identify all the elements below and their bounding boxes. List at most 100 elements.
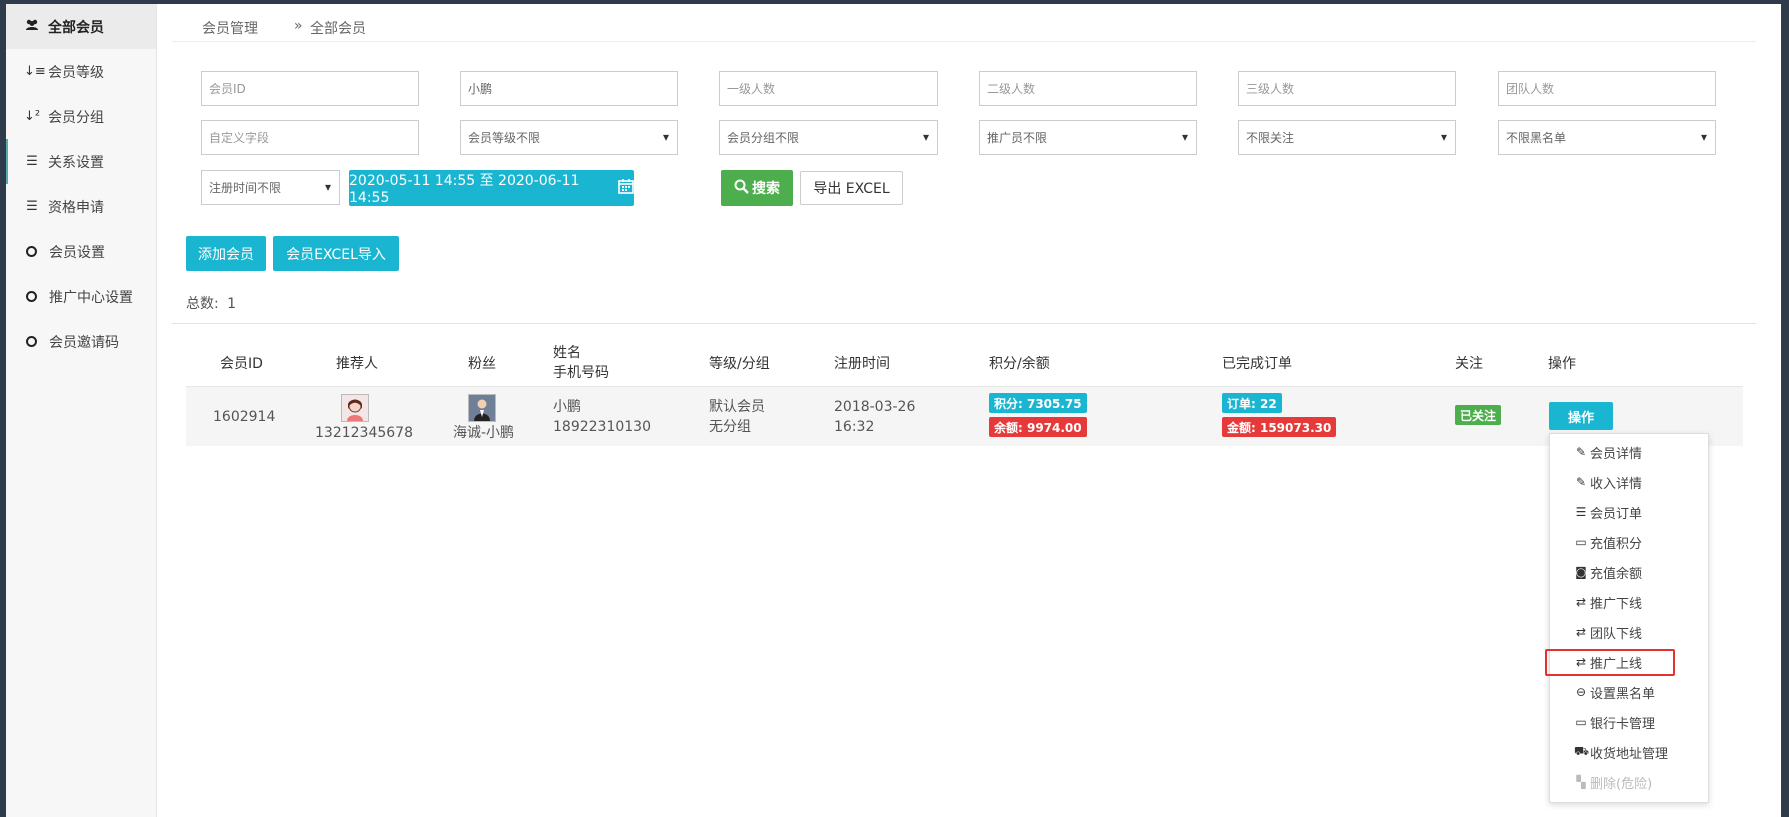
blacklist-select[interactable]: 不限黑名单: [1498, 120, 1716, 155]
menu-item-member-orders[interactable]: ☰ 会员订单: [1574, 502, 1642, 522]
cell-phone: 18922310130: [553, 419, 651, 435]
minus-circle-icon: ⊖: [1575, 685, 1587, 699]
cell-referrer: 13212345678: [315, 425, 413, 441]
menu-item-shipping-address[interactable]: ⛟ 收货地址管理: [1574, 742, 1668, 762]
breadcrumb-parent[interactable]: 会员管理: [202, 18, 258, 38]
header-referrer: 推荐人: [336, 356, 378, 372]
level3-count-input[interactable]: 三级人数: [1238, 71, 1456, 106]
table-row: [186, 386, 1743, 446]
search-button[interactable]: 搜索: [721, 170, 793, 206]
menu-item-recharge-balance[interactable]: ◙ 充值余额: [1574, 562, 1642, 582]
level1-count-input[interactable]: 一级人数: [719, 71, 938, 106]
header-level-group: 等级/分组: [709, 356, 770, 372]
header-follow: 关注: [1455, 356, 1483, 372]
sidebar-item-label: 资格申请: [48, 199, 104, 216]
sort-numeric-icon: ↓²: [24, 109, 41, 124]
export-excel-button[interactable]: 导出 EXCEL: [800, 171, 903, 205]
edit-icon: ✎: [1575, 445, 1587, 459]
menu-item-promotion-downline[interactable]: ⇄ 推广下线: [1574, 592, 1642, 612]
credit-card-icon: ▭: [1575, 535, 1587, 549]
sidebar-item-member-settings[interactable]: 会员设置: [6, 229, 156, 274]
points-badge: 积分: 7305.75: [989, 393, 1087, 413]
search-button-label: 搜索: [752, 181, 780, 197]
sliders-icon: ☰: [26, 199, 38, 214]
sidebar-item-relation-settings[interactable]: ☰ 关系设置: [6, 139, 156, 184]
cell-level: 默认会员: [709, 399, 765, 415]
header-name: 姓名: [553, 345, 581, 361]
list-icon: ☰: [1575, 505, 1587, 519]
sidebar-item-member-group[interactable]: ↓² 会员分组: [6, 94, 156, 139]
menu-item-delete[interactable]: ▚ 删除(危险): [1574, 772, 1652, 792]
balance-badge: 余额: 9974.00: [989, 417, 1087, 437]
import-excel-button[interactable]: 会员EXCEL导入: [273, 236, 399, 271]
circle-icon: [26, 336, 37, 347]
header-member-id: 会员ID: [220, 356, 263, 372]
cell-reg-date: 2018-03-26: [834, 399, 916, 415]
right-edge: [1781, 0, 1789, 817]
sidebar-item-label: 关系设置: [48, 154, 104, 171]
name-input[interactable]: 小鹏: [460, 71, 678, 106]
breadcrumb-separator: »: [294, 18, 303, 34]
action-dropdown-menu: ✎ 会员详情 ✎ 收入详情 ☰ 会员订单 ▭ 充值积分 ◙ 充值余额 ⇄ 推广下线 ⇄ 团队下…: [1549, 433, 1709, 803]
circle-icon: [26, 246, 37, 257]
sidebar-item-all-members[interactable]: 全部会员: [6, 4, 156, 49]
exchange-icon: ⇄: [1575, 595, 1587, 609]
header-fans: 粉丝: [468, 356, 496, 372]
orders-badge: 订单: 22: [1222, 393, 1282, 413]
header-action: 操作: [1548, 356, 1576, 372]
menu-item-income-detail[interactable]: ✎ 收入详情: [1574, 472, 1642, 492]
sidebar-item-member-level[interactable]: ↓≡ 会员等级: [6, 49, 156, 94]
team-count-input[interactable]: 团队人数: [1498, 71, 1716, 106]
cell-reg-clock: 16:32: [834, 419, 875, 435]
breadcrumb: 会员管理 » 全部会员: [172, 14, 1756, 42]
date-range-text: 2020-05-11 14:55 至 2020-06-11 14:55: [349, 173, 580, 206]
member-level-select[interactable]: 会员等级不限: [460, 120, 678, 155]
divider: [172, 323, 1756, 324]
reg-time-select[interactable]: 注册时间不限: [201, 170, 340, 205]
menu-item-recharge-points[interactable]: ▭ 充值积分: [1574, 532, 1642, 552]
header-orders: 已完成订单: [1222, 356, 1292, 372]
menu-item-bank-card[interactable]: ▭ 银行卡管理: [1574, 712, 1655, 732]
sidebar: 全部会员 ↓≡ 会员等级 ↓² 会员分组 ☰ 关系设置 ☰ 资格申请 会员设置 …: [6, 4, 157, 817]
highlight-box: [1545, 649, 1675, 676]
total-value: 1: [227, 296, 237, 312]
cell-name: 小鹏: [553, 399, 581, 415]
sidebar-item-invite-code[interactable]: 会员邀请码: [6, 319, 156, 364]
referrer-avatar[interactable]: [341, 394, 369, 422]
menu-item-team-downline[interactable]: ⇄ 团队下线: [1574, 622, 1642, 642]
circle-icon: [26, 291, 37, 302]
member-id-input[interactable]: 会员ID: [201, 71, 419, 106]
total-label: 总数:: [186, 296, 219, 312]
total-count: 总数: 1: [186, 293, 236, 313]
search-icon: [734, 179, 749, 198]
header-points-balance: 积分/余额: [989, 356, 1050, 372]
header-reg-time: 注册时间: [834, 356, 890, 372]
member-group-select[interactable]: 会员分组不限: [719, 120, 938, 155]
users-icon: [24, 19, 40, 35]
menu-item-set-blacklist[interactable]: ⊖ 设置黑名单: [1574, 682, 1655, 702]
menu-item-member-detail[interactable]: ✎ 会员详情: [1574, 442, 1642, 462]
amount-badge: 金额: 159073.30: [1222, 417, 1337, 437]
level2-count-input[interactable]: 二级人数: [979, 71, 1197, 106]
sidebar-item-label: 全部会员: [48, 19, 104, 36]
sidebar-item-label: 会员等级: [48, 64, 104, 81]
custom-field-input[interactable]: 自定义字段: [201, 120, 419, 155]
date-range-picker[interactable]: 2020-05-11 14:55 至 2020-06-11 14:55: [349, 170, 634, 206]
delete-icon: ▚: [1576, 775, 1586, 789]
edit-icon: ✎: [1575, 475, 1587, 489]
follow-status-badge: 已关注: [1455, 405, 1502, 425]
sidebar-item-label: 推广中心设置: [49, 289, 133, 306]
sidebar-item-label: 会员邀请码: [49, 334, 119, 351]
add-member-button[interactable]: 添加会员: [186, 236, 266, 271]
top-bar: [0, 0, 1789, 4]
fans-avatar[interactable]: [468, 394, 496, 422]
header-phone: 手机号码: [553, 365, 609, 381]
exchange-icon: ⇄: [1575, 625, 1587, 639]
sidebar-item-label: 会员分组: [48, 109, 104, 126]
action-button[interactable]: 操作: [1549, 402, 1613, 430]
sidebar-item-qualification[interactable]: ☰ 资格申请: [6, 184, 156, 229]
sidebar-item-promotion-center[interactable]: 推广中心设置: [6, 274, 156, 319]
sidebar-item-label: 会员设置: [49, 244, 105, 261]
follow-select[interactable]: 不限关注: [1238, 120, 1456, 155]
promoter-select[interactable]: 推广员不限: [979, 120, 1197, 155]
